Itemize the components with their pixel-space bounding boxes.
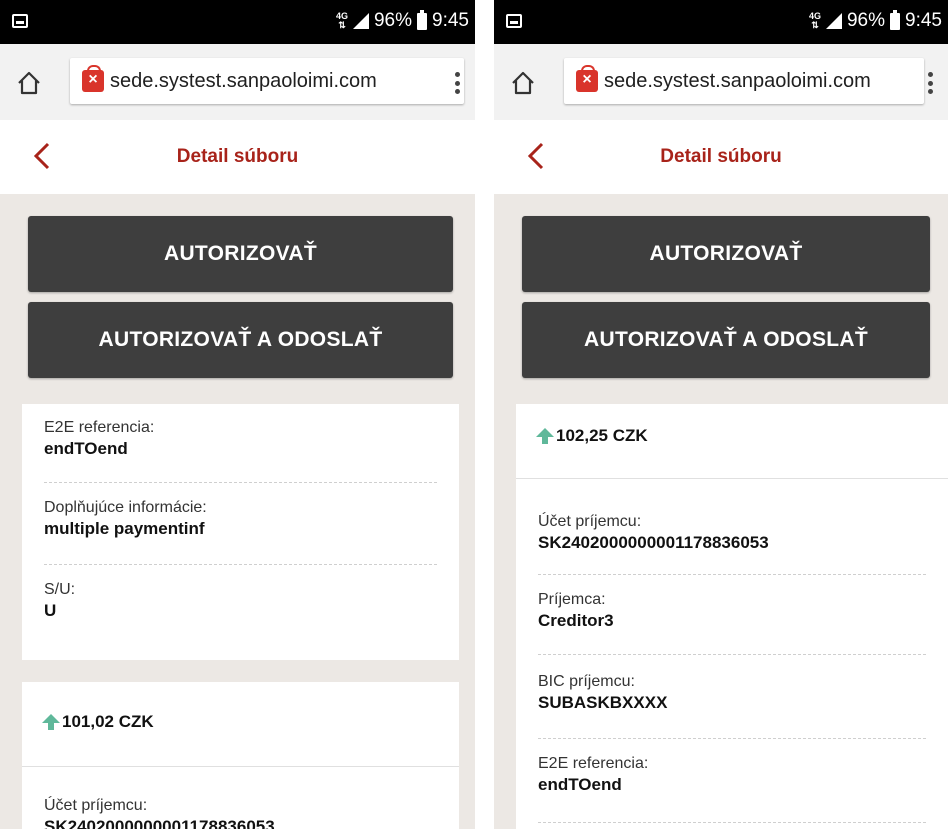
overflow-menu-icon[interactable]: [455, 72, 461, 94]
divider: [538, 574, 926, 575]
clock: 9:45: [432, 10, 469, 31]
file-info-card: E2E referencia: endTOend Doplňujúce info…: [22, 404, 459, 660]
address-bar[interactable]: sede.systest.sanpaoloimi.com: [564, 58, 924, 104]
address-bar[interactable]: sede.systest.sanpaoloimi.com: [70, 58, 464, 104]
payment-field-account: Účet príjemcu: SK2402000000001178836053: [538, 513, 769, 552]
arrow-up-icon: [42, 714, 60, 730]
divider: [44, 482, 437, 483]
divider: [22, 766, 459, 767]
status-bar: 4G ⇅ 96% 9:45: [494, 0, 948, 44]
battery-icon: [417, 9, 428, 30]
gallery-notification-icon: [12, 14, 28, 28]
browser-toolbar: sede.systest.sanpaoloimi.com: [494, 44, 948, 120]
arrow-up-icon: [536, 428, 554, 444]
url-text: sede.systest.sanpaoloimi.com: [604, 69, 871, 92]
authorize-and-send-button[interactable]: AUTORIZOVAŤ A ODOSLAŤ: [522, 302, 930, 378]
home-icon[interactable]: [510, 70, 536, 96]
screenshot-right: 4G⇅ 96% 9:45 sede.systest.sanpaoloimi.co…: [494, 0, 948, 829]
payment-field-creditor: Príjemca: Creditor3: [538, 591, 614, 630]
info-field-su: S/U: U: [44, 581, 76, 620]
payment-field-bic: BIC príjemcu: SUBASKBXXXX: [538, 673, 668, 712]
authorize-button[interactable]: AUTORIZOVAŤ: [522, 216, 930, 292]
authorize-and-send-button[interactable]: AUTORIZOVAŤ A ODOSLAŤ: [28, 302, 453, 378]
clock: 9:45: [905, 10, 942, 31]
app-header: Detail súboru: [494, 120, 948, 194]
gallery-notification-icon: [506, 14, 522, 28]
divider: [44, 564, 437, 565]
app-header: Detail súboru: [0, 120, 475, 194]
payment-amount: 101,02 CZK: [42, 712, 154, 732]
signal-icon: [825, 13, 842, 29]
network-type-icon: 4G ⇅: [335, 11, 348, 30]
payment-card[interactable]: 101,02 CZK Účet príjemcu: SK240200000000…: [22, 682, 459, 829]
insecure-lock-icon: [82, 65, 104, 92]
payment-card[interactable]: 102,25 CZK Účet príjemcu: SK240200000000…: [516, 404, 948, 829]
divider: [516, 478, 948, 479]
payment-field-e2e: E2E referencia: endTOend: [538, 755, 649, 794]
info-field-additional: Doplňujúce informácie: multiple paymenti…: [44, 499, 207, 538]
page-title: Detail súboru: [660, 146, 782, 167]
network-type-icon: 4G ⇅: [808, 11, 821, 30]
battery-percent: 96%: [373, 10, 413, 31]
divider: [538, 738, 926, 739]
browser-toolbar: sede.systest.sanpaoloimi.com: [0, 44, 475, 120]
home-icon[interactable]: [16, 70, 42, 96]
overflow-menu-icon[interactable]: [928, 72, 934, 94]
battery-percent: 96%: [846, 10, 886, 31]
signal-icon: [352, 13, 369, 29]
status-bar: 4G ⇅ 96% 9:45: [0, 0, 475, 44]
divider: [538, 822, 926, 823]
divider: [538, 654, 926, 655]
screenshot-left: 4G⇅ 96% 9:45 sede.systest.sanpaoloimi.co…: [0, 0, 475, 829]
payment-field-account: Účet príjemcu: SK2402000000001178836053: [44, 797, 275, 829]
authorize-button[interactable]: AUTORIZOVAŤ: [28, 216, 453, 292]
battery-icon: [890, 9, 901, 30]
url-text: sede.systest.sanpaoloimi.com: [110, 69, 377, 92]
insecure-lock-icon: [576, 65, 598, 92]
info-field-e2e: E2E referencia: endTOend: [44, 419, 155, 458]
payment-amount: 102,25 CZK: [536, 426, 648, 446]
page-title: Detail súboru: [176, 146, 299, 167]
